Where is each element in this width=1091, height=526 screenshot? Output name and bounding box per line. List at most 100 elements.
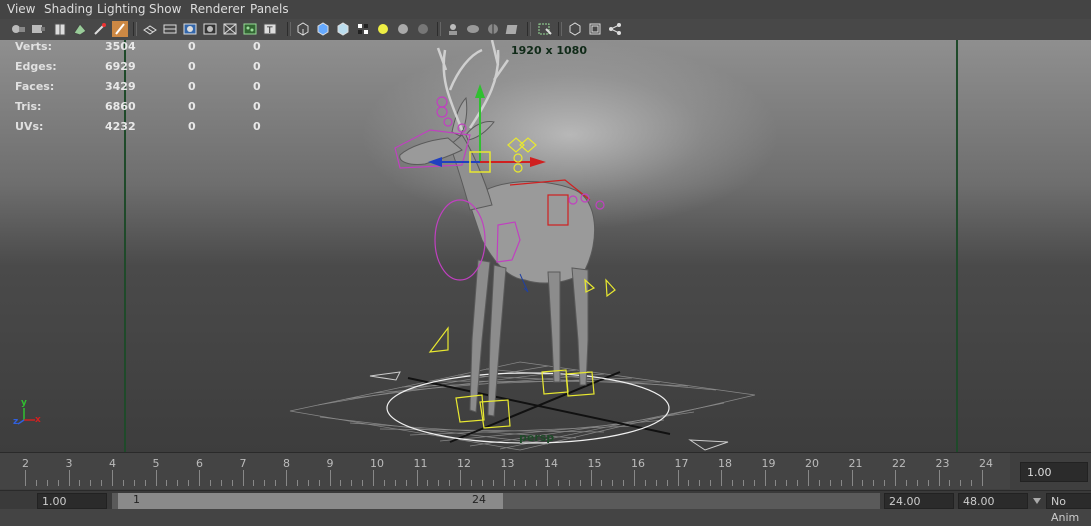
bookmark-icon[interactable] [52, 21, 68, 37]
frame-subtick [35, 480, 37, 486]
axis-y-label: y [21, 398, 27, 408]
frame-tick-label: 18 [718, 457, 732, 470]
frame-subtick [927, 480, 929, 486]
frame-subtick [557, 480, 559, 486]
start-time-field[interactable]: 1.00 [37, 493, 107, 509]
film-gate-icon[interactable] [162, 21, 178, 37]
frame-tick-label: 21 [848, 457, 863, 470]
frame-tick-label: 19 [761, 457, 776, 470]
current-frame-field[interactable]: 1.00 [1020, 462, 1088, 482]
menu-view[interactable]: View [7, 2, 35, 16]
xray-active-icon[interactable] [587, 21, 603, 37]
frame-subtick [601, 480, 603, 486]
frame-tick-label: 2 [22, 457, 29, 470]
menu-renderer[interactable]: Renderer [190, 2, 245, 16]
axis-x-label: x [35, 415, 41, 425]
deer-antlers [436, 40, 510, 131]
isolate-select-icon[interactable] [537, 21, 553, 37]
field-chart-icon[interactable] [222, 21, 238, 37]
use-all-lights-icon[interactable] [375, 21, 391, 37]
frame-tick [242, 470, 244, 486]
smooth-shade-icon[interactable] [315, 21, 331, 37]
screen-space-ao-icon[interactable] [415, 21, 431, 37]
frame-subtick [144, 480, 146, 486]
frame-subtick [188, 480, 190, 486]
frame-subtick [79, 480, 81, 486]
frame-subtick [786, 480, 788, 486]
frame-tick [373, 470, 374, 486]
frame-tick [547, 470, 548, 486]
xray-icon[interactable] [505, 21, 521, 37]
range-slider-bar: 1.00 1 24 24.00 48.00 No Anim [0, 490, 1091, 524]
safe-action-icon[interactable] [242, 21, 258, 37]
menu-show[interactable]: Show [149, 2, 181, 16]
frame-subtick [862, 480, 864, 486]
frame-subtick [307, 480, 309, 486]
toolbar-separator [287, 22, 291, 36]
frame-subtick [873, 480, 875, 486]
frame-subtick [753, 480, 755, 486]
anim-layer-dropdown[interactable]: No Anim [1046, 493, 1091, 524]
frame-subtick [90, 480, 92, 486]
grease-pencil-icon[interactable] [112, 21, 128, 37]
camera-attributes-icon[interactable] [30, 21, 46, 37]
select-camera-icon[interactable] [10, 21, 26, 37]
frame-subtick [666, 480, 668, 486]
perspective-viewport[interactable]: Verts: 3504 0 0 Edges: 6929 0 0 Faces: 3… [0, 40, 1091, 452]
frame-subtick [655, 480, 657, 486]
menu-panels[interactable]: Panels [250, 2, 289, 16]
resolution-gate-icon[interactable] [182, 21, 198, 37]
frame-tick-label: 7 [239, 457, 247, 470]
wireframe-icon[interactable] [295, 21, 311, 37]
frame-subtick [797, 480, 799, 486]
range-slider-handle[interactable] [118, 493, 503, 509]
frame-subtick [579, 480, 581, 486]
frame-subtick [514, 480, 516, 486]
frame-subtick [623, 480, 625, 486]
frame-subtick [525, 480, 527, 486]
multisample-aa-icon[interactable] [465, 21, 481, 37]
frame-subtick [318, 480, 320, 486]
menu-shading[interactable]: Shading [44, 2, 93, 16]
image-plane-icon[interactable] [72, 21, 88, 37]
frame-tick [286, 470, 287, 486]
frame-tick [460, 470, 461, 486]
frame-subtick [971, 480, 973, 486]
frame-subtick [275, 480, 277, 486]
frame-tick-label: 16 [631, 457, 645, 470]
time-slider[interactable]: 2 3 4 5 6 7 8 9 10 11 12 13 14 15 16 17 18 19 20 21 22 23 24 1… [0, 452, 1091, 491]
frame-tick [634, 470, 635, 486]
grid-icon[interactable] [142, 21, 158, 37]
frame-tick [590, 470, 592, 486]
frame-subtick [231, 480, 233, 486]
safe-title-icon[interactable]: T [262, 21, 278, 37]
frame-subtick [166, 480, 168, 486]
chevron-down-icon[interactable] [1032, 497, 1042, 505]
scene-canvas[interactable] [0, 40, 1091, 452]
frame-subtick [46, 480, 48, 486]
frame-tick [721, 470, 722, 486]
frame-tick-label: 5 [152, 457, 160, 470]
shadows-icon[interactable] [395, 21, 411, 37]
depth-of-field-icon[interactable] [485, 21, 501, 37]
2d-pan-zoom-icon[interactable] [92, 21, 108, 37]
motion-blur-icon[interactable] [445, 21, 461, 37]
menu-lighting[interactable]: Lighting [97, 2, 146, 16]
frame-subtick [731, 480, 733, 486]
two-panel-icon[interactable] [607, 21, 623, 37]
frame-subtick [536, 480, 538, 486]
frame-tick-label: 22 [892, 457, 906, 470]
frame-subtick [470, 480, 472, 486]
frame-subtick [427, 480, 429, 486]
frame-subtick [481, 480, 483, 486]
textured-icon[interactable] [355, 21, 371, 37]
time-ruler[interactable]: 2 3 4 5 6 7 8 9 10 11 12 13 14 15 16 17 18 19 20 21 22 23 24 [0, 453, 1010, 489]
xray-joints-icon[interactable] [567, 21, 583, 37]
frame-subtick [916, 480, 918, 486]
frame-subtick [177, 480, 179, 486]
gate-mask-icon[interactable] [202, 21, 218, 37]
anim-end-field[interactable]: 48.00 [958, 493, 1028, 509]
default-material-icon[interactable] [335, 21, 351, 37]
view-axis-gizmo [17, 408, 35, 425]
end-time-field[interactable]: 24.00 [884, 493, 954, 509]
